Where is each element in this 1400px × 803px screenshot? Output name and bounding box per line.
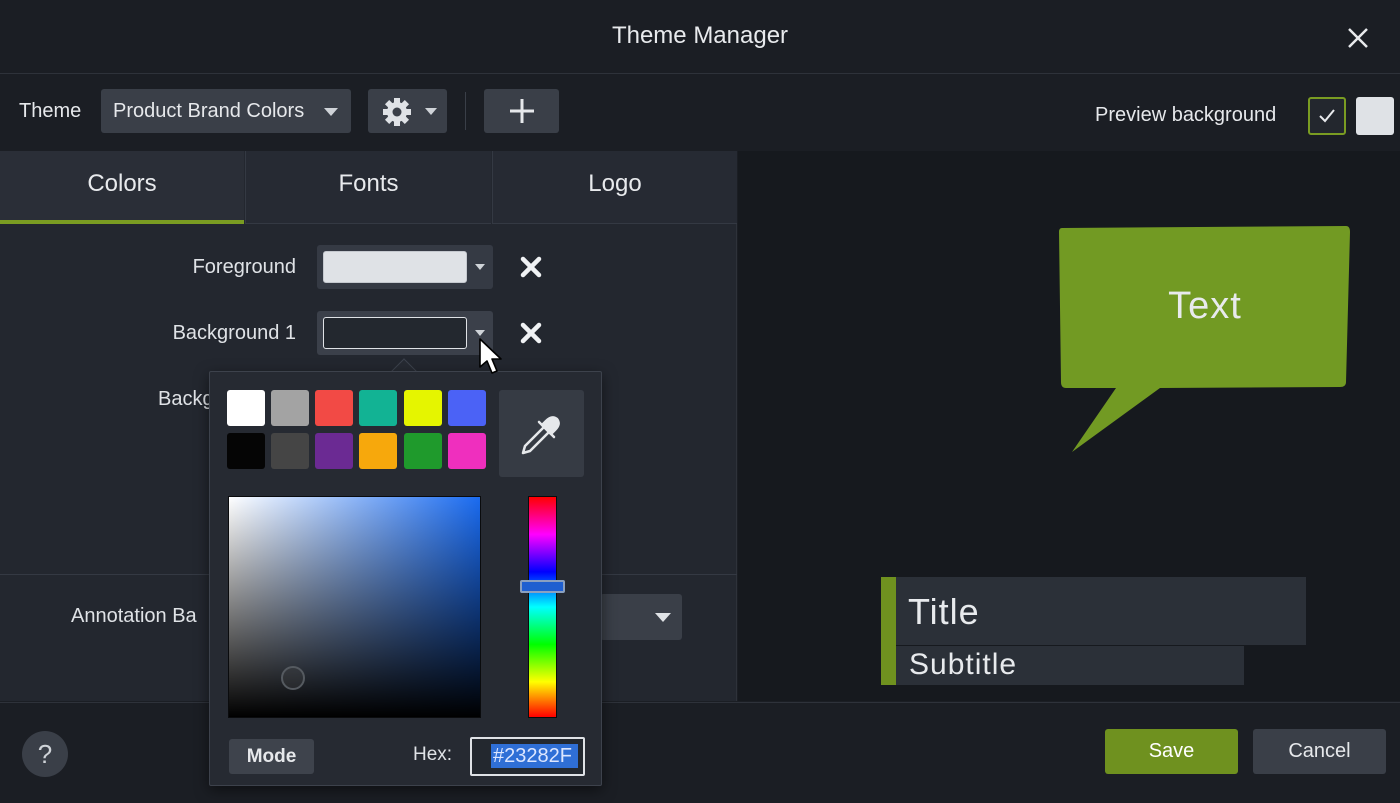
preview-background-checkbox[interactable]	[1308, 97, 1346, 135]
preset-color-swatch[interactable]	[404, 433, 442, 469]
lower-third-subtitle: Subtitle	[909, 648, 1018, 681]
foreground-color-dropdown[interactable]	[317, 245, 493, 289]
close-button[interactable]	[1340, 20, 1376, 56]
preset-color-swatch[interactable]	[359, 433, 397, 469]
saturation-value-picker[interactable]	[228, 496, 481, 718]
theme-select-value: Product Brand Colors	[113, 100, 305, 122]
preset-color-swatch[interactable]	[271, 390, 309, 426]
saturation-value-handle[interactable]	[281, 666, 305, 690]
close-icon	[520, 256, 542, 278]
hue-slider-handle[interactable]	[520, 580, 565, 593]
background-2-label: Backg	[158, 388, 214, 410]
clear-foreground-button[interactable]	[518, 254, 544, 280]
callout-shape	[1059, 226, 1350, 452]
save-button[interactable]: Save	[1105, 729, 1238, 774]
chevron-down-icon	[324, 108, 338, 116]
theme-options-button[interactable]	[368, 89, 447, 133]
close-icon	[1348, 28, 1368, 48]
preview-background-label: Preview background	[1095, 104, 1277, 126]
chevron-down-icon	[475, 330, 485, 336]
gear-icon	[383, 98, 411, 126]
plus-icon	[510, 99, 534, 123]
annotation-background-dropdown[interactable]	[600, 594, 682, 640]
preset-color-swatch[interactable]	[315, 390, 353, 426]
preset-color-swatch[interactable]	[315, 433, 353, 469]
eyedropper-icon	[521, 416, 560, 455]
background-1-label: Background 1	[172, 322, 296, 344]
hex-value: #23282F	[493, 745, 572, 767]
preset-color-swatch[interactable]	[448, 390, 486, 426]
tab-colors[interactable]: Colors	[0, 151, 244, 224]
add-theme-button[interactable]	[484, 89, 559, 133]
mode-button[interactable]: Mode	[229, 739, 314, 774]
preset-color-swatch[interactable]	[448, 433, 486, 469]
hex-label: Hex:	[413, 744, 453, 765]
preset-color-swatch[interactable]	[227, 433, 265, 469]
lower-third-accent	[881, 577, 896, 685]
background-1-swatch	[323, 317, 467, 349]
preset-color-swatch[interactable]	[227, 390, 265, 426]
tab-logo[interactable]: Logo	[492, 151, 737, 224]
preset-color-swatch[interactable]	[271, 433, 309, 469]
annotation-background-label: Annotation Ba	[71, 605, 197, 627]
toolbar-divider	[465, 92, 466, 130]
window-title: Theme Manager	[611, 22, 789, 49]
close-icon	[520, 322, 542, 344]
checkmark-icon	[1319, 109, 1335, 123]
clear-background-1-button[interactable]	[518, 320, 544, 346]
preset-color-swatch[interactable]	[359, 390, 397, 426]
chevron-down-icon	[475, 264, 485, 270]
preview-background-swatch[interactable]	[1356, 97, 1394, 135]
chevron-down-icon	[425, 108, 437, 115]
foreground-swatch	[323, 251, 467, 283]
cancel-button[interactable]: Cancel	[1253, 729, 1386, 774]
foreground-label: Foreground	[192, 256, 296, 278]
chevron-down-icon	[655, 613, 671, 622]
tab-fonts[interactable]: Fonts	[245, 151, 491, 224]
lower-third-title: Title	[908, 591, 980, 632]
preset-color-swatch[interactable]	[404, 390, 442, 426]
theme-label: Theme	[19, 100, 82, 122]
background-1-color-dropdown[interactable]	[317, 311, 493, 355]
help-button[interactable]: ?	[22, 731, 68, 777]
eyedropper-button[interactable]	[499, 390, 584, 477]
hue-slider[interactable]	[528, 496, 557, 718]
callout-text: Text	[1168, 285, 1242, 327]
